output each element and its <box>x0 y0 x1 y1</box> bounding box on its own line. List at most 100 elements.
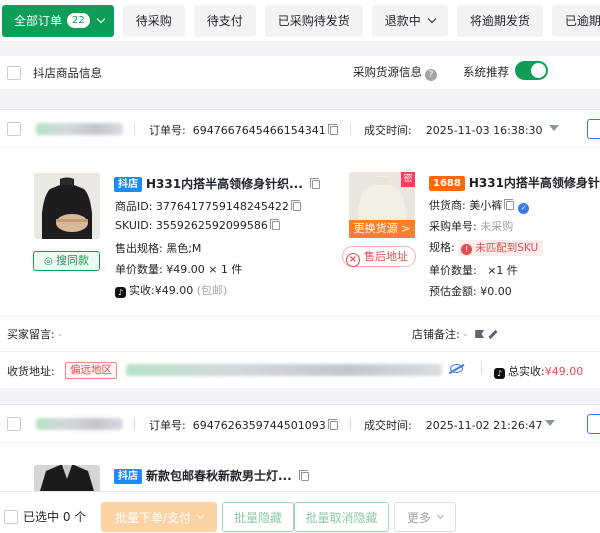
tab-purchased-awaiting-shipment[interactable]: 已采购待发货 <box>264 4 363 37</box>
copy-icon[interactable] <box>327 124 338 135</box>
tab-label: 待采购 <box>135 14 172 28</box>
eye-hidden-icon[interactable] <box>450 364 463 373</box>
copy-icon[interactable] <box>298 470 309 481</box>
divider <box>134 123 135 135</box>
tab-label: 已采购待发货 <box>277 14 350 28</box>
deal-time-value: 2025-11-03 16:38:30 <box>425 124 543 137</box>
purchase-number-label: 采购单号: <box>429 220 477 233</box>
tab-pending-payment[interactable]: 待支付 <box>193 4 256 37</box>
douyin-shop-badge: 抖店 <box>114 177 142 192</box>
remote-area-tag: 偏远地区 <box>65 362 117 379</box>
select-all-checkbox[interactable] <box>7 65 21 80</box>
sku-unmatched-text: 未匹配到SKU <box>475 242 539 254</box>
sku-id: SKUID: 3559262592099586 <box>115 219 280 232</box>
aftersale-address-button[interactable]: × 售后地址 <box>342 246 416 267</box>
source-product-title[interactable]: 1688 H331内搭半高领修身针织 <box>429 174 600 191</box>
alibaba-1688-badge: 1688 <box>429 176 465 191</box>
received-amount: ♪ 实收:¥49.00 (包邮) <box>115 282 227 298</box>
deal-time-label: 成交时间: <box>364 124 412 137</box>
free-shipping-note: (包邮) <box>196 284 228 297</box>
encrypted-tag: 密 <box>401 172 415 187</box>
chevron-down-icon <box>427 14 437 24</box>
filter-icon[interactable] <box>545 420 555 426</box>
estimated-amount: 预估金额: ¥0.00 <box>429 283 512 299</box>
unit-price-quantity: 单价数量: ¥49.00 × 1 件 <box>115 261 242 277</box>
tab-refunding[interactable]: 退款中 <box>371 4 448 37</box>
edit-icon[interactable] <box>488 329 498 340</box>
purchase-number: 采购单号: 未采购 <box>429 218 513 234</box>
tab-all-orders[interactable]: 全部订单 22 <box>2 4 114 37</box>
douyin-shop-badge: 抖店 <box>114 469 142 484</box>
order-checkbox[interactable] <box>7 417 21 431</box>
received-label: 实收: <box>129 284 155 297</box>
selected-count: 已选中 0 个 <box>23 510 87 524</box>
product-image[interactable] <box>34 173 100 239</box>
system-recommend-toggle[interactable] <box>515 61 548 80</box>
flag-icon[interactable] <box>475 330 485 338</box>
douyin-logo-icon: ♪ <box>115 287 126 298</box>
system-recommend-label: 系统推荐 <box>463 65 509 79</box>
estimated-amount-label: 预估金额: <box>429 285 477 298</box>
copy-icon[interactable] <box>327 419 338 430</box>
product-title[interactable]: 抖店 H331内搭半高领修身针织... <box>114 175 320 192</box>
product-image[interactable] <box>34 465 100 491</box>
order-number-label: 订单号: <box>149 124 186 137</box>
copy-icon[interactable] <box>269 219 280 230</box>
order-status-tabs: 全部订单 22 待采购 待支付 已采购待发货 退款中 将逾期发货 已逾期 <box>0 0 600 41</box>
batch-hide-button[interactable]: 批量隐藏 <box>222 502 294 532</box>
order-number-label: 订单号: <box>149 419 186 432</box>
product-title-text: H331内搭半高领修身针织... <box>146 177 303 191</box>
source-qty-value: ×1 件 <box>487 264 518 277</box>
batch-unhide-button[interactable]: 批量取消隐藏 <box>294 502 389 532</box>
deal-time: 成交时间: 2025-11-02 21:26:47 <box>364 417 543 433</box>
batch-order-pay-button[interactable]: 批量下单/支付 <box>101 502 217 532</box>
tab-label: 待支付 <box>206 14 243 28</box>
received-value: ¥49.00 <box>154 284 194 297</box>
help-icon[interactable]: ? <box>425 69 437 81</box>
copy-icon[interactable] <box>290 200 301 211</box>
shop-name-redacted <box>36 123 123 135</box>
order-card-header: 订单号: 6947667645466154341 成交时间: 2025-11-0… <box>0 109 600 147</box>
order-action-button[interactable] <box>587 414 600 434</box>
order-card-header: 订单号: 6947626359744501093 成交时间: 2025-11-0… <box>0 404 600 442</box>
order-checkbox[interactable] <box>7 122 21 136</box>
tab-overdue[interactable]: 已逾期 <box>551 4 600 37</box>
purchase-number-value: 未采购 <box>480 220 514 233</box>
change-source-button[interactable]: 更换货源 > <box>349 220 415 238</box>
select-all-checkbox[interactable] <box>4 510 18 524</box>
product-title[interactable]: 抖店 新款包邮春秋新款男士灯... <box>114 467 309 484</box>
sku-id-value: 3559262592099586 <box>155 219 268 232</box>
sold-spec-value: 黑色;M <box>166 242 202 255</box>
source-title-text: H331内搭半高领修身针织 <box>468 176 600 190</box>
batch-action-bar: 已选中 0 个 批量下单/支付 批量隐藏 批量取消隐藏 更多 <box>0 491 600 533</box>
source-spec-label: 规格: <box>429 241 455 254</box>
tab-about-to-be-overdue[interactable]: 将逾期发货 <box>456 4 543 37</box>
search-same-icon: ◎ <box>44 256 56 267</box>
sku-id-label: SKUID: <box>115 219 153 232</box>
order-action-button[interactable] <box>587 119 600 139</box>
buyer-message: 买家留言: - <box>7 326 62 342</box>
sold-spec: 售出规格: 黑色;M <box>115 240 201 256</box>
tab-pending-purchase[interactable]: 待采购 <box>122 4 185 37</box>
more-button[interactable]: 更多 <box>394 502 456 532</box>
close-circle-icon: × <box>346 253 360 267</box>
aftersale-address-label: 售后地址 <box>364 250 408 263</box>
shop-note-value: - <box>463 328 468 341</box>
divider <box>0 351 600 352</box>
shop-name-redacted <box>36 418 123 430</box>
shop-note: 店铺备注: - <box>412 326 498 342</box>
filter-icon[interactable] <box>549 125 559 131</box>
column-source-info: 采购货源信息? <box>353 64 437 81</box>
search-same-button[interactable]: ◎ 搜同款 <box>33 251 100 271</box>
source-unit-quantity: 单价数量: ×1 件 <box>429 262 518 278</box>
tab-label: 将逾期发货 <box>469 14 530 28</box>
tab-label: 已逾期 <box>564 14 600 28</box>
estimated-amount-value: ¥0.00 <box>480 285 512 298</box>
supplier-value[interactable]: 美小裤 <box>469 199 502 212</box>
copy-icon[interactable] <box>309 178 320 189</box>
search-same-label: 搜同款 <box>55 254 89 267</box>
divider <box>0 316 600 317</box>
tab-label: 全部订单 <box>14 14 63 28</box>
copy-icon[interactable] <box>504 199 515 210</box>
chevron-down-icon <box>196 511 205 520</box>
